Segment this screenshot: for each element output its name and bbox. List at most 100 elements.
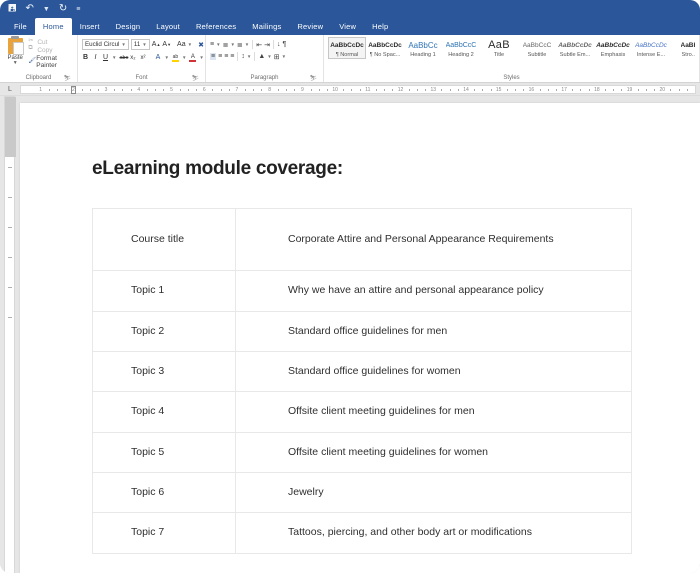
- style-item-heading-2[interactable]: AaBbCcC Heading 2: [442, 37, 480, 59]
- bullets-chevron-down-icon[interactable]: ▼: [216, 42, 220, 47]
- styles-group-label-text: Styles: [503, 75, 520, 81]
- ruler-number: 2: [71, 86, 75, 93]
- font-color-button[interactable]: A: [189, 54, 197, 62]
- show-formatting-marks-icon[interactable]: ¶: [283, 41, 287, 48]
- style-item-subtitle[interactable]: AaBbCcC Subtitle: [518, 37, 556, 59]
- tab-help[interactable]: Help: [364, 18, 396, 35]
- font-size-combo[interactable]: 11 ▼: [130, 39, 150, 50]
- undo-icon[interactable]: ↶: [26, 4, 34, 14]
- tab-stop-selector-icon[interactable]: L: [0, 83, 20, 96]
- style-item-strong[interactable]: AaBb Stro...: [670, 37, 696, 59]
- ribbon-group-font: Euclid Circul ▼ 11 ▼ A ▲ A ▼ Aa ▼ ✖ B I …: [78, 35, 206, 82]
- font-color-chevron-down-icon[interactable]: ▼: [199, 55, 203, 60]
- ruler-tick: [130, 88, 132, 91]
- paste-icon: [7, 36, 24, 55]
- cut-button[interactable]: Cut: [28, 37, 73, 46]
- clear-formatting-icon[interactable]: ✖: [198, 41, 204, 49]
- change-case-icon[interactable]: Aa: [177, 41, 186, 48]
- ruler-number: 6: [202, 86, 206, 93]
- shading-chevron-down-icon[interactable]: ▼: [267, 54, 271, 59]
- underline-button[interactable]: U: [102, 54, 109, 61]
- underline-chevron-down-icon[interactable]: ▼: [112, 55, 116, 60]
- format-painter-button[interactable]: Format Painter: [28, 55, 73, 69]
- tab-layout[interactable]: Layout: [148, 18, 188, 35]
- ruler-tick: [506, 88, 508, 91]
- ruler-track[interactable]: 1 2 3 4 5 6 7 8 9 10 11 12 13 14 15 16 17 18 19 20: [20, 84, 696, 94]
- subscript-button[interactable]: x₂: [129, 55, 136, 61]
- shrink-font-icon[interactable]: A ▼: [162, 41, 171, 48]
- tab-insert[interactable]: Insert: [72, 18, 108, 35]
- copy-button[interactable]: Copy: [28, 45, 73, 54]
- paste-dropdown-icon[interactable]: ▼: [13, 61, 18, 66]
- text-effects-icon[interactable]: A: [154, 54, 161, 61]
- ruler-tick: [637, 88, 639, 91]
- document-canvas[interactable]: eLearning module coverage: Course title …: [0, 96, 700, 573]
- justify-icon[interactable]: ≡: [230, 53, 234, 60]
- horizontal-ruler[interactable]: L 1 2 3 4 5 6 7 8 9 10 11 12 13 14 15 16 17 18 19 20: [0, 83, 700, 96]
- highlight-chevron-down-icon[interactable]: ▼: [182, 55, 186, 60]
- clipboard-dialog-launcher-icon[interactable]: ⛷: [63, 75, 71, 82]
- save-icon[interactable]: 🖪: [8, 4, 17, 14]
- font-name-chevron-down-icon[interactable]: ▼: [121, 42, 125, 47]
- shading-icon[interactable]: ▲: [258, 53, 265, 60]
- style-item-no-spacing[interactable]: AaBbCcDc ¶ No Spac...: [366, 37, 404, 59]
- font-name-combo[interactable]: Euclid Circul ▼: [82, 39, 129, 50]
- highlight-color-button[interactable]: ab: [171, 54, 179, 62]
- increase-indent-icon[interactable]: ⇥: [264, 41, 270, 49]
- bullets-icon[interactable]: ≡: [210, 41, 214, 48]
- tab-mailings[interactable]: Mailings: [244, 18, 289, 35]
- bold-button[interactable]: B: [82, 54, 89, 61]
- document-page[interactable]: eLearning module coverage: Course title …: [20, 103, 700, 573]
- font-size-chevron-down-icon[interactable]: ▼: [142, 42, 146, 47]
- style-item-normal[interactable]: AaBbCcDc ¶ Normal: [328, 37, 366, 59]
- tab-file[interactable]: File: [6, 18, 35, 35]
- numbering-chevron-down-icon[interactable]: ▼: [230, 42, 234, 47]
- italic-label: I: [94, 54, 97, 61]
- table-row: Topic 4 Offsite client meeting guideline…: [92, 391, 632, 433]
- numbering-icon[interactable]: ≣: [223, 41, 229, 49]
- vertical-ruler-tick: [8, 317, 12, 318]
- superscript-button[interactable]: x²: [139, 55, 146, 61]
- paste-button[interactable]: Paste ▼: [4, 36, 26, 66]
- sort-icon[interactable]: ↓: [277, 41, 281, 48]
- paragraph-dialog-launcher-icon[interactable]: ⛷: [309, 75, 317, 82]
- align-left-icon[interactable]: ≡: [210, 53, 217, 60]
- ruler-tick: [645, 88, 647, 91]
- multilevel-chevron-down-icon[interactable]: ▼: [245, 42, 249, 47]
- tab-references[interactable]: References: [188, 18, 244, 35]
- line-spacing-chevron-down-icon[interactable]: ▼: [247, 54, 251, 59]
- style-item-heading-1[interactable]: AaBbCс Heading 1: [404, 37, 442, 59]
- style-item-subtle-emphasis[interactable]: AaBbCcDc Subtle Em...: [556, 37, 594, 59]
- vertical-ruler[interactable]: [4, 96, 16, 573]
- grow-font-icon[interactable]: A ▲: [152, 41, 161, 48]
- tab-design[interactable]: Design: [108, 18, 149, 35]
- font-dialog-launcher-icon[interactable]: ⛷: [191, 75, 199, 82]
- decrease-indent-icon[interactable]: ⇤: [256, 41, 262, 49]
- tab-review[interactable]: Review: [289, 18, 331, 35]
- text-effects-chevron-down-icon[interactable]: ▼: [164, 55, 168, 60]
- italic-button[interactable]: I: [92, 54, 99, 61]
- vertical-ruler-tick: [8, 167, 12, 168]
- topic-value: Standard office guidelines for men: [235, 310, 632, 352]
- align-center-icon[interactable]: ≡: [218, 53, 222, 60]
- style-item-title[interactable]: AaB Title: [480, 37, 518, 59]
- multilevel-list-icon[interactable]: ≣: [237, 41, 243, 49]
- undo-dropdown-icon[interactable]: ▼: [43, 6, 50, 13]
- borders-icon[interactable]: ⊞: [274, 53, 280, 61]
- line-spacing-icon[interactable]: ↕: [241, 53, 245, 60]
- cut-label: Cut: [37, 39, 48, 46]
- document-body[interactable]: eLearning module coverage: Course title …: [20, 103, 700, 554]
- style-name: Intense E...: [636, 52, 666, 58]
- tab-home[interactable]: Home: [34, 18, 72, 35]
- align-right-icon[interactable]: ≡: [224, 53, 228, 60]
- tab-review-label: Review: [297, 22, 324, 31]
- strikethrough-button[interactable]: abc: [119, 55, 128, 61]
- topic-label: Topic 7: [92, 512, 236, 554]
- borders-chevron-down-icon[interactable]: ▼: [282, 54, 286, 59]
- style-item-intense-emphasis[interactable]: AaBbCcDc Intense E...: [632, 37, 670, 59]
- change-case-chevron-down-icon[interactable]: ▼: [188, 42, 192, 47]
- customize-quick-access-icon[interactable]: ≡: [76, 6, 80, 13]
- tab-view[interactable]: View: [331, 18, 364, 35]
- style-item-emphasis[interactable]: AaBbCcDc Emphasis: [594, 37, 632, 59]
- redo-icon[interactable]: ↻: [59, 4, 67, 14]
